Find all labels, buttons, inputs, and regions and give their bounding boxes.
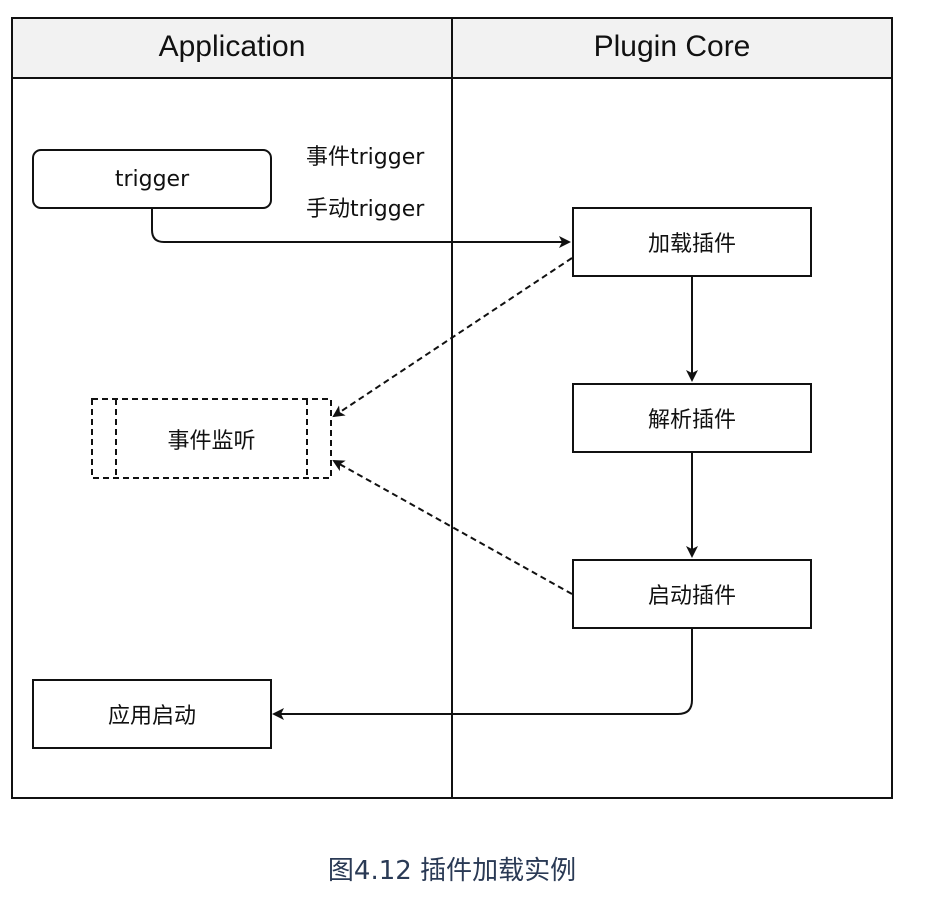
start-plugin-label: 启动插件 bbox=[647, 584, 736, 609]
lane-header-plugin-core: Plugin Core bbox=[593, 30, 751, 63]
start-plugin-node: 启动插件 bbox=[572, 559, 812, 629]
lane-header-application: Application bbox=[158, 30, 306, 63]
manual-trigger-label: 手动trigger bbox=[306, 197, 425, 222]
load-plugin-node: 加载插件 bbox=[572, 207, 812, 277]
arrow-start-to-app bbox=[272, 629, 693, 720]
load-plugin-label: 加载插件 bbox=[647, 232, 736, 257]
parse-plugin-node: 解析插件 bbox=[572, 383, 812, 453]
event-listen-label: 事件监听 bbox=[167, 428, 256, 454]
app-start-label: 应用启动 bbox=[107, 704, 196, 729]
parse-plugin-label: 解析插件 bbox=[647, 408, 736, 433]
app-start-node: 应用启动 bbox=[32, 679, 272, 749]
event-trigger-label: 事件trigger bbox=[306, 145, 425, 170]
trigger-node: trigger bbox=[32, 149, 272, 209]
trigger-node-label: trigger bbox=[114, 166, 190, 192]
figure-caption: 图4.12 插件加载实例 bbox=[327, 856, 577, 886]
event-listen-node: 事件监听 bbox=[116, 399, 307, 478]
